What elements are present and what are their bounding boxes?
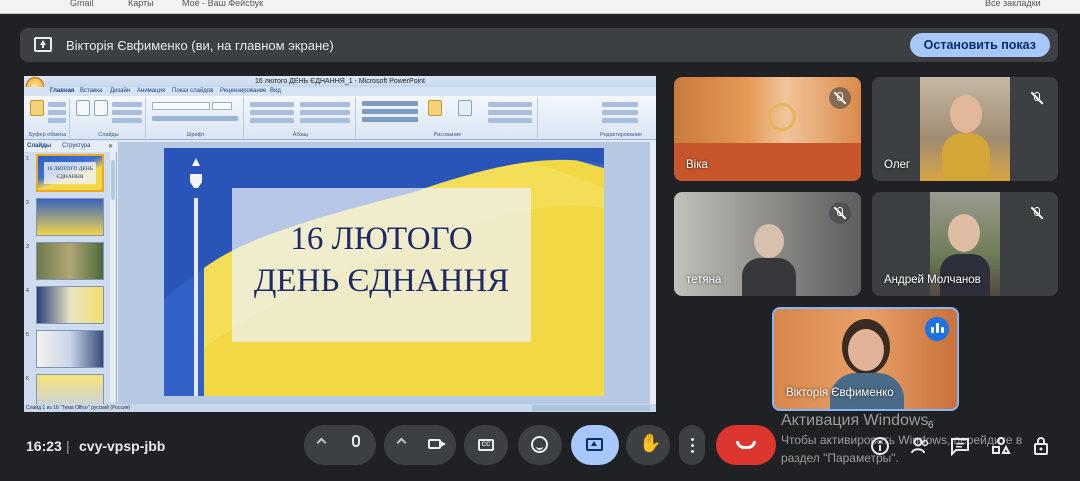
slide-thumbnail[interactable]: 16 ЛЮТОГО ДЕНЬ ЄДНАННЯ [36, 154, 104, 192]
participant-video [920, 77, 1010, 181]
raise-hand-button[interactable]: ✋ [626, 425, 670, 465]
slide: 16 ЛЮТОГО ДЕНЬ ЄДНАННЯ [164, 148, 604, 396]
slides-pane-scrollbar[interactable] [110, 152, 116, 402]
ppt-slides-pane: Слайды Структура ✕ 1 16 ЛЮТОГО ДЕНЬ ЄДНА… [24, 142, 117, 412]
ribbon-group-editing: Редактирование [540, 98, 652, 138]
browser-bookmarks-strip: Gmail Карты Моё - Ваш Фейсбук Все заклад… [0, 0, 1080, 14]
mic-muted-icon [829, 202, 851, 224]
hang-up-icon [736, 441, 756, 449]
camera-control [384, 425, 456, 465]
ppt-ribbon-tabs: Главная Вставка Дизайн Анимация Показ сл… [24, 87, 656, 96]
more-vert-icon [691, 438, 694, 441]
participants-count-badge: 6 [928, 420, 934, 431]
present-screen-icon [34, 37, 52, 52]
presenting-bar: Вікторія Євфименко (ви, на главном экран… [20, 28, 1058, 62]
ribbon-group-font: Шрифт [148, 98, 244, 138]
clock: 16:23 [26, 438, 62, 454]
participant-video [754, 224, 784, 258]
camera-icon [428, 439, 446, 449]
presenting-status-text: Вікторія Євфименко (ви, на главном экран… [66, 38, 334, 53]
shared-screen: 16 лютого ДЕНЬ ЄДНАННЯ_1 - Microsoft Pow… [24, 76, 656, 412]
ppt-vertical-scrollbar[interactable] [650, 142, 656, 404]
people-icon[interactable] [910, 436, 930, 456]
ribbon-group-clipboard: Буфер обмена [26, 98, 70, 138]
ribbon-group-drawing: Рисование [358, 98, 538, 138]
host-controls-lock-icon[interactable] [1031, 436, 1051, 456]
ribbon-group-paragraph: Абзац [246, 98, 356, 138]
chevron-up-icon[interactable] [316, 437, 327, 448]
windows-activation-watermark: Активация Windows Чтобы активировать Win… [781, 412, 1023, 465]
slide-thumbnail[interactable] [36, 198, 104, 236]
slide-thumbnail[interactable] [36, 330, 104, 368]
chat-icon[interactable] [950, 436, 970, 457]
microphone-control [304, 425, 376, 465]
microphone-icon [352, 435, 360, 447]
participant-tile[interactable]: Андрей Молчанов [872, 192, 1058, 296]
hand-icon: ✋ [639, 433, 662, 453]
present-now-button[interactable] [571, 425, 619, 465]
info-icon[interactable] [870, 436, 890, 456]
speaking-indicator-icon [925, 317, 949, 341]
bookmark-gmail[interactable]: Gmail [70, 0, 94, 8]
slide-title: 16 ЛЮТОГО ДЕНЬ ЄДНАННЯ [253, 221, 510, 299]
ppt-slide-canvas: 16 ЛЮТОГО ДЕНЬ ЄДНАННЯ [118, 142, 650, 404]
participant-name: Андрей Молчанов [884, 274, 981, 286]
reactions-button[interactable] [518, 425, 562, 465]
slides-pane-tabs: Слайды Структура ✕ [24, 142, 117, 152]
bookmark-facebook[interactable]: Моё - Ваш Фейсбук [182, 0, 263, 8]
microphone-button[interactable] [336, 425, 376, 465]
participant-name: Віка [686, 159, 708, 171]
close-pane-icon[interactable]: ✕ [108, 143, 113, 150]
emoji-icon [531, 436, 548, 453]
ribbon-group-slides: Слайды [72, 98, 146, 138]
tile-decor [768, 103, 796, 131]
ppt-tab-animation[interactable]: Анимация [137, 88, 165, 94]
more-options-button[interactable] [679, 425, 705, 465]
ppt-tab-slideshow[interactable]: Показ слайдов [172, 88, 213, 94]
ppt-ribbon: Буфер обмена Слайды Шрифт Абзац Рисовани… [24, 96, 656, 140]
tab-slides[interactable]: Слайды [27, 143, 51, 149]
captions-button[interactable]: CC [464, 425, 508, 465]
bookmark-maps[interactable]: Карты [128, 0, 154, 8]
activities-icon[interactable] [991, 436, 1011, 456]
ppt-tab-review[interactable]: Рецензирование [220, 88, 266, 94]
mic-muted-icon [829, 87, 851, 109]
participant-name: Вікторія Євфименко [786, 387, 894, 399]
ppt-title-bar: 16 лютого ДЕНЬ ЄДНАННЯ_1 - Microsoft Pow… [24, 76, 656, 87]
ppt-status-bar: Слайд 1 из 16 "Тема Office" русский (Рос… [24, 404, 656, 412]
ppt-tab-design[interactable]: Дизайн [110, 88, 130, 94]
participant-tile[interactable]: Олег [872, 77, 1058, 181]
stop-presenting-button[interactable]: Остановить показ [909, 33, 1050, 57]
ppt-tab-insert[interactable]: Вставка [80, 88, 102, 94]
mic-muted-icon [1026, 87, 1048, 109]
participant-name: Олег [884, 159, 911, 171]
bookmark-all[interactable]: Все закладки [985, 0, 1041, 8]
participant-name: тетяна [686, 274, 722, 286]
captions-icon: CC [478, 439, 494, 451]
present-screen-icon [586, 438, 603, 451]
participant-tile[interactable]: Віка [674, 77, 861, 181]
leave-call-button[interactable] [716, 425, 776, 465]
chevron-up-icon[interactable] [396, 437, 407, 448]
camera-button[interactable] [416, 425, 456, 465]
slide-thumbnail[interactable] [36, 286, 104, 324]
participant-tile[interactable]: тетяна [674, 192, 861, 296]
slide-thumbnail[interactable] [36, 242, 104, 280]
tab-outline[interactable]: Структура [62, 143, 90, 149]
participant-tile-self[interactable]: Вікторія Євфименко [772, 307, 959, 411]
ppt-tab-home[interactable]: Главная [50, 88, 74, 94]
ppt-tab-view[interactable]: Вид [270, 88, 281, 94]
mic-muted-icon [1026, 202, 1048, 224]
separator: | [66, 438, 70, 454]
meeting-code: cvy-vpsp-jbb [79, 438, 166, 454]
